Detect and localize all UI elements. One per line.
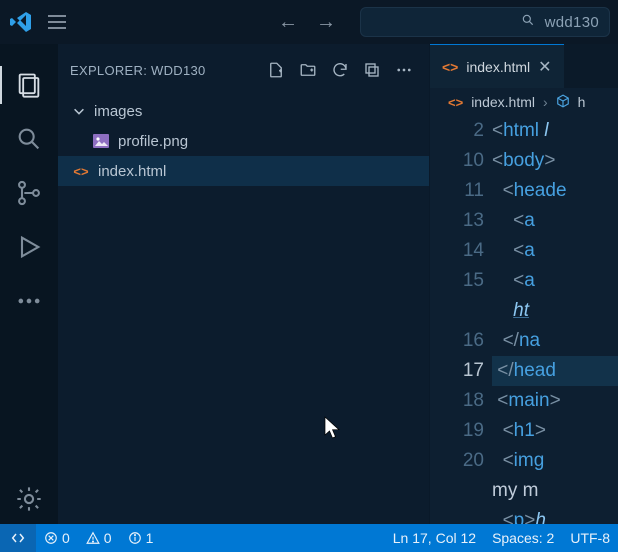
tree-label: profile.png — [118, 133, 188, 150]
code-view[interactable]: 210111314151617181920 <html l<body> <hea… — [430, 116, 618, 524]
explorer-title: EXPLORER: WDD130 — [70, 63, 257, 78]
command-center-text: wdd130 — [545, 14, 599, 31]
nav-back-button[interactable]: ← — [272, 9, 304, 36]
nav-forward-button[interactable]: → — [310, 9, 342, 36]
tree-file-index-html[interactable]: <> index.html — [58, 156, 429, 186]
tab-label: index.html — [466, 59, 530, 75]
tree-file-profile-png[interactable]: profile.png — [58, 126, 429, 156]
close-icon[interactable]: ✕ — [538, 57, 551, 77]
activity-bar — [0, 44, 58, 524]
remote-indicator[interactable] — [0, 524, 36, 552]
status-errors[interactable]: 0 — [36, 524, 78, 552]
cube-icon — [556, 94, 570, 111]
html-file-icon: <> — [442, 59, 458, 75]
editor-tabbar: <> index.html ✕ — [430, 44, 618, 88]
search-activity[interactable] — [0, 114, 58, 164]
refresh-button[interactable] — [327, 57, 353, 83]
chevron-down-icon — [72, 104, 86, 118]
status-spaces[interactable]: Spaces: 2 — [484, 524, 562, 552]
new-file-button[interactable] — [263, 57, 289, 83]
command-center[interactable]: wdd130 — [360, 7, 610, 37]
breadcrumb[interactable]: <> index.html › h — [430, 88, 618, 116]
editor-area: <> index.html ✕ <> index.html › h 210111… — [430, 44, 618, 524]
new-folder-button[interactable] — [295, 57, 321, 83]
explorer-activity[interactable] — [0, 60, 58, 110]
titlebar: ← → wdd130 — [0, 0, 618, 44]
more-activity[interactable] — [0, 276, 58, 326]
image-file-icon — [92, 132, 110, 150]
status-info[interactable]: 1 — [120, 524, 162, 552]
scm-activity[interactable] — [0, 168, 58, 218]
code-content[interactable]: <html l<body> <heade <a <a <a ht </na </… — [492, 116, 618, 524]
menu-button[interactable] — [42, 9, 72, 35]
nav-arrows: ← → — [272, 9, 342, 36]
html-file-icon: <> — [448, 95, 463, 110]
html-file-icon: <> — [72, 162, 90, 180]
line-gutter: 210111314151617181920 — [430, 116, 492, 524]
run-debug-activity[interactable] — [0, 222, 58, 272]
settings-activity[interactable] — [0, 474, 58, 524]
explorer-header: EXPLORER: WDD130 — [58, 44, 429, 96]
chevron-right-icon: › — [543, 94, 548, 110]
breadcrumb-item: index.html — [471, 94, 535, 110]
status-encoding[interactable]: UTF-8 — [562, 524, 618, 552]
search-icon — [521, 13, 535, 32]
breadcrumb-item: h — [578, 94, 586, 110]
vscode-logo-icon — [8, 9, 34, 35]
file-tree: images profile.png <> index.html — [58, 96, 429, 524]
more-actions-button[interactable] — [391, 57, 417, 83]
status-warnings[interactable]: 0 — [78, 524, 120, 552]
tree-folder-images[interactable]: images — [58, 96, 429, 126]
status-bar: 0 0 1 Ln 17, Col 12 Spaces: 2 UTF-8 — [0, 524, 618, 552]
tree-label: index.html — [98, 163, 166, 180]
vscode-window: ← → wdd130 — [0, 0, 618, 552]
tree-label: images — [94, 103, 142, 120]
explorer-sidebar: EXPLORER: WDD130 — [58, 44, 430, 524]
collapse-all-button[interactable] — [359, 57, 385, 83]
error-count: 0 — [62, 530, 70, 546]
warning-count: 0 — [104, 530, 112, 546]
tab-index-html[interactable]: <> index.html ✕ — [430, 44, 564, 88]
status-ln-col[interactable]: Ln 17, Col 12 — [385, 524, 484, 552]
info-count: 1 — [146, 530, 154, 546]
